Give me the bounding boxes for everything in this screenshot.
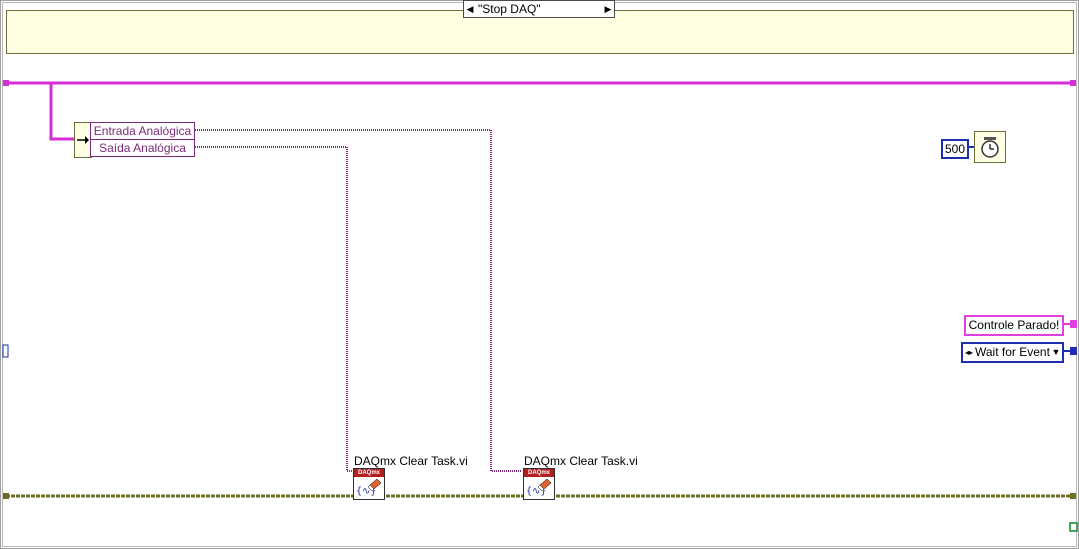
clear-task-2-header: DAQmx [524, 469, 554, 477]
refnum-wire-saida [193, 146, 354, 472]
error-tunnel-left [3, 493, 9, 499]
clear-task-1-caption: DAQmx Clear Task.vi [354, 454, 468, 468]
enum-value: Wait for Event [975, 345, 1050, 359]
cluster-tunnel-left [3, 80, 9, 86]
unbundle-item-entrada[interactable]: Entrada Analógica [90, 122, 195, 140]
wait-ms-node[interactable] [974, 131, 1006, 163]
clear-task-1-header: DAQmx [354, 469, 384, 477]
enum-tunnel-right [1070, 347, 1077, 355]
stopwatch-icon [981, 137, 999, 158]
clear-task-2-caption: DAQmx Clear Task.vi [524, 454, 638, 468]
string-tunnel-right [1070, 320, 1077, 328]
unbundle-item-saida[interactable]: Saída Analógica [90, 139, 195, 157]
wait-ms-constant[interactable]: 500 [941, 139, 969, 159]
error-tunnel-right [1070, 493, 1076, 499]
boolean-tunnel-right [1069, 522, 1078, 532]
eraser-icon: {∿} [356, 478, 382, 497]
cluster-tunnel-right [1070, 80, 1076, 86]
left-enum-tunnel [2, 344, 9, 358]
clear-task-2-node[interactable]: DAQmx {∿} [523, 468, 555, 500]
enum-increment-icon[interactable]: ◂▸ [963, 344, 975, 361]
refnum-wire-entrada [193, 129, 522, 472]
next-state-enum-constant[interactable]: ◂▸ Wait for Event ▼ [961, 342, 1064, 363]
unbundle-arrow-icon [77, 136, 89, 144]
clear-task-1-node[interactable]: DAQmx {∿} [353, 468, 385, 500]
eraser-icon: {∿} [526, 478, 552, 497]
status-string-constant[interactable]: Controle Parado! [964, 315, 1064, 336]
chevron-down-icon[interactable]: ▼ [1050, 344, 1062, 361]
